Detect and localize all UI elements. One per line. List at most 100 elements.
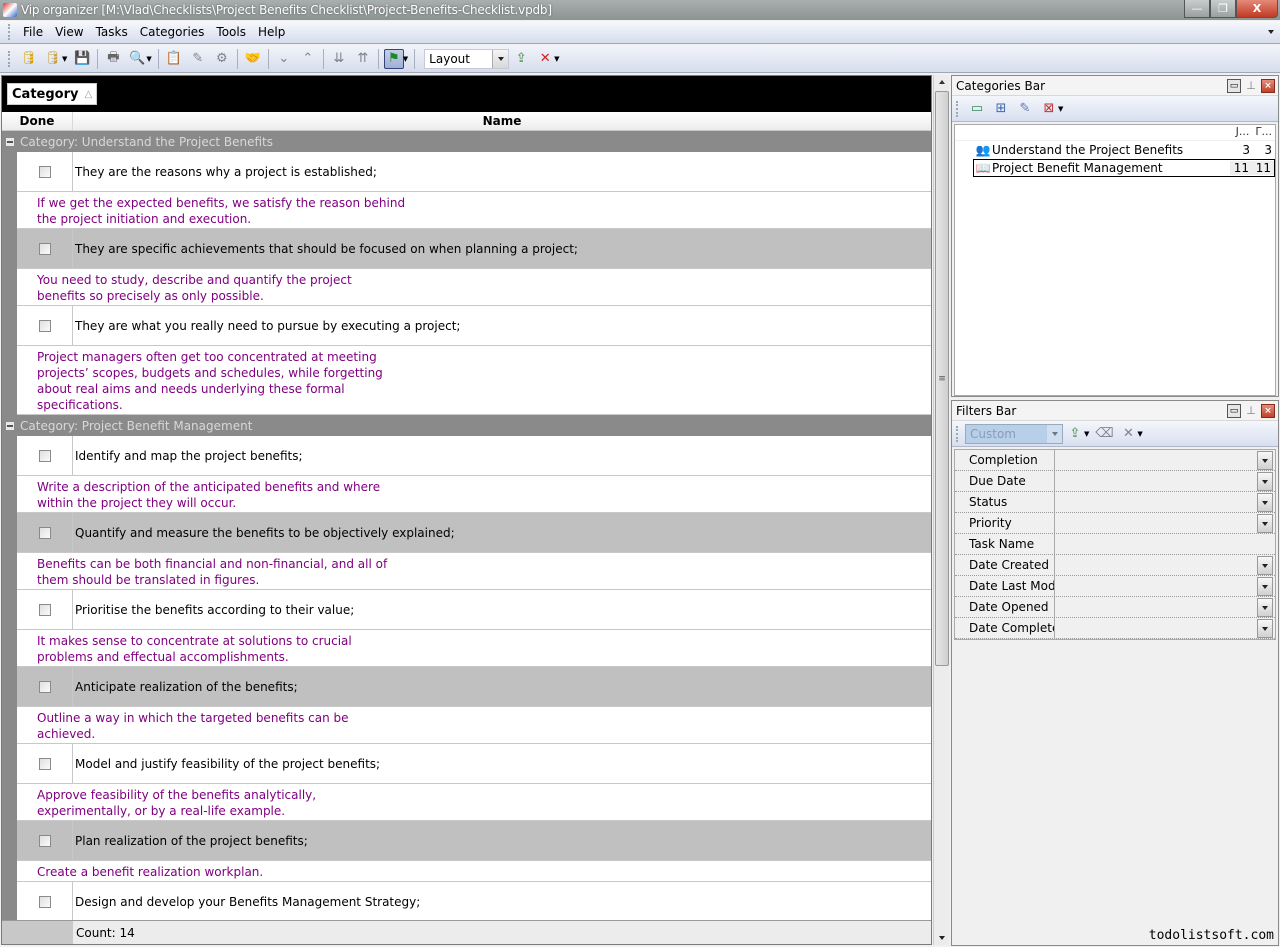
filter-row[interactable]: Date Created [955, 555, 1275, 576]
edit-category-icon[interactable]: ✎ [1015, 99, 1035, 119]
menu-file[interactable]: File [17, 25, 49, 39]
menu-categories[interactable]: Categories [134, 25, 211, 39]
open-database-icon[interactable]: 🛢 [43, 49, 63, 69]
filter-dropdown-button[interactable] [1257, 493, 1273, 512]
layout-dropdown-button[interactable] [492, 49, 509, 68]
menu-overflow-icon[interactable] [1268, 30, 1274, 34]
scroll-down-button[interactable] [934, 931, 950, 945]
close-panel-button[interactable]: × [1261, 403, 1275, 418]
table-row[interactable]: Prioritise the benefits according to the… [17, 590, 931, 630]
categories-overflow-icon[interactable]: ▼ [1058, 105, 1063, 113]
toolbar-grip[interactable] [8, 50, 11, 67]
filter-dropdown-button[interactable] [1257, 472, 1273, 491]
delete-icon[interactable]: ✕ [535, 49, 555, 69]
maximize-button[interactable]: ❐ [1210, 0, 1236, 18]
table-row[interactable]: Design and develop your Benefits Managem… [17, 882, 931, 922]
category-item[interactable]: 👥 Understand the Project Benefits 3 3 [974, 141, 1275, 159]
apply-filter-icon[interactable]: ⇪ [1065, 424, 1085, 444]
table-row[interactable]: They are specific achievements that shou… [17, 229, 931, 269]
delete-category-icon[interactable]: ⊠ [1039, 99, 1059, 119]
table-row[interactable]: Plan realization of the project benefits… [17, 821, 931, 861]
open-dropdown-icon[interactable]: ▼ [62, 55, 67, 63]
flag-dropdown-icon[interactable]: ▼ [403, 55, 408, 63]
menu-view[interactable]: View [49, 25, 89, 39]
done-checkbox[interactable] [38, 603, 51, 616]
table-row[interactable]: They are the reasons why a project is es… [17, 152, 931, 192]
save-database-icon[interactable]: 💾 [72, 49, 92, 69]
filter-dropdown-button[interactable] [1257, 451, 1273, 470]
print-preview-icon[interactable]: 🔍 [127, 49, 147, 69]
edit-task-icon[interactable]: ✎ [188, 49, 208, 69]
scroll-up-button[interactable] [934, 75, 950, 89]
group-row[interactable]: Category: Project Benefit Management [2, 415, 931, 436]
filter-row[interactable]: Date Last Modified [955, 576, 1275, 597]
filter-dropdown-button[interactable] [1257, 598, 1273, 617]
apply-layout-icon[interactable]: ⇪ [511, 49, 531, 69]
done-checkbox[interactable] [38, 680, 51, 693]
print-dropdown-icon[interactable]: ▼ [146, 55, 151, 63]
filter-value[interactable] [1055, 450, 1257, 470]
new-database-icon[interactable]: 🛢 [19, 49, 39, 69]
column-header[interactable]: Γ... [1255, 125, 1272, 140]
pin-icon[interactable]: ⊥ [1244, 404, 1258, 418]
task-properties-icon[interactable]: ⚙ [212, 49, 232, 69]
filter-value[interactable] [1055, 534, 1275, 554]
group-by-category-chip[interactable]: Category △ [7, 83, 98, 105]
category-item[interactable]: 📖 Project Benefit Management 11 11 [973, 159, 1275, 177]
filter-value[interactable] [1055, 492, 1257, 512]
table-row[interactable]: Anticipate realization of the benefits; [17, 667, 931, 707]
filter-dropdown-button[interactable] [1257, 577, 1273, 596]
column-header-done[interactable]: Done [2, 112, 73, 130]
filter-row[interactable]: Status [955, 492, 1275, 513]
filter-dropdown-button[interactable] [1257, 514, 1273, 533]
handshake-icon[interactable]: 🤝 [243, 49, 263, 69]
collapse-icon[interactable] [6, 421, 14, 430]
move-top-icon[interactable]: ⇈ [353, 49, 373, 69]
done-checkbox[interactable] [38, 895, 51, 908]
table-row[interactable]: They are what you really need to pursue … [17, 306, 931, 346]
filter-row[interactable]: Due Date [955, 471, 1275, 492]
menu-grip[interactable] [8, 24, 11, 40]
move-up-icon[interactable]: ⌃ [298, 49, 318, 69]
filter-value[interactable] [1055, 618, 1257, 638]
table-row[interactable]: Model and justify feasibility of the pro… [17, 744, 931, 784]
close-panel-button[interactable]: × [1261, 78, 1275, 93]
scrollbar-thumb[interactable]: ≡ [935, 91, 949, 666]
filter-dropdown-button[interactable] [1257, 619, 1273, 638]
float-panel-button[interactable]: ▭ [1227, 78, 1241, 93]
float-panel-button[interactable]: ▭ [1227, 403, 1241, 418]
filter-row[interactable]: Date Opened [955, 597, 1275, 618]
done-checkbox[interactable] [38, 757, 51, 770]
close-button[interactable]: X [1236, 0, 1278, 18]
column-header[interactable]: J... [1236, 125, 1250, 140]
done-checkbox[interactable] [38, 319, 51, 332]
new-task-icon[interactable]: 📋 [164, 49, 184, 69]
minimize-button[interactable]: — [1184, 0, 1210, 18]
table-row[interactable]: Identify and map the project benefits; [17, 436, 931, 476]
table-row[interactable]: Quantify and measure the benefits to be … [17, 513, 931, 553]
filter-value[interactable] [1055, 471, 1257, 491]
flag-icon[interactable]: ⚑ [383, 48, 404, 69]
add-subcategory-icon[interactable]: ⊞ [991, 99, 1011, 119]
toolbar-grip[interactable] [956, 100, 959, 117]
grid-scrollbar[interactable]: ≡ [933, 75, 949, 945]
menu-tasks[interactable]: Tasks [90, 25, 134, 39]
print-icon[interactable]: 🖶 [103, 49, 123, 69]
add-category-icon[interactable]: ▭ [967, 99, 987, 119]
toolbar-grip[interactable] [956, 425, 959, 442]
filter-preset-select[interactable]: Custom [965, 423, 1063, 444]
filter-row[interactable]: Task Name [955, 534, 1275, 555]
done-checkbox[interactable] [38, 165, 51, 178]
filter-row[interactable]: Completion [955, 450, 1275, 471]
done-checkbox[interactable] [38, 242, 51, 255]
eraser-icon[interactable]: ⌫ [1094, 424, 1114, 444]
done-checkbox[interactable] [38, 449, 51, 462]
move-bottom-icon[interactable]: ⇊ [329, 49, 349, 69]
filter-value[interactable] [1055, 576, 1257, 596]
layout-select[interactable]: Layout [424, 48, 510, 69]
collapse-icon[interactable] [6, 137, 14, 146]
clear-filter-icon[interactable]: ✕ [1118, 424, 1138, 444]
menu-tools[interactable]: Tools [210, 25, 252, 39]
filter-value[interactable] [1055, 597, 1257, 617]
filter-value[interactable] [1055, 513, 1257, 533]
